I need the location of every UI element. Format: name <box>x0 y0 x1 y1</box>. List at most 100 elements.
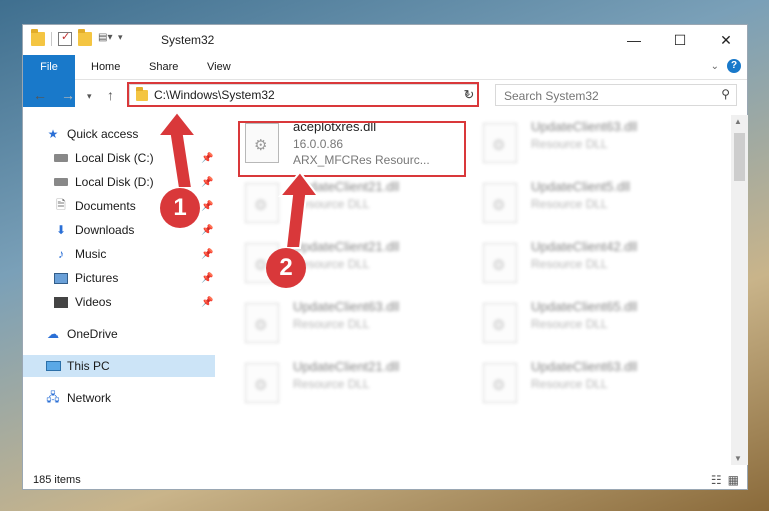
file-description: Resource DLL <box>531 197 608 211</box>
sidebar-item-local-disk-c[interactable]: Local Disk (C:) 📌 <box>23 147 215 169</box>
sidebar-item-label: Quick access <box>67 127 139 141</box>
title-bar: ▤▾ ▾ System32 — ☐ ✕ <box>23 25 747 55</box>
drive-icon <box>53 175 69 189</box>
downloads-icon: ⬇ <box>55 223 67 237</box>
pin-icon[interactable]: 📌 <box>201 225 213 236</box>
sidebar-item-label: Music <box>75 247 107 261</box>
sidebar-item-onedrive[interactable]: ☁ OneDrive <box>23 323 215 345</box>
videos-icon <box>53 295 69 309</box>
file-name: UpdateClient63.dll <box>531 359 638 374</box>
help-icon[interactable]: ? <box>727 59 741 73</box>
window-title: System32 <box>161 33 215 47</box>
explorer-window: ▤▾ ▾ System32 — ☐ ✕ File Home Share View… <box>22 24 748 490</box>
file-name: UpdateClient63.dll <box>531 119 638 134</box>
sidebar-item-label: This PC <box>67 359 110 373</box>
file-item[interactable]: UpdateClient63.dll Resource DLL <box>241 299 461 351</box>
network-icon: 🖧 <box>46 389 60 404</box>
sidebar-item-label: Documents <box>75 199 136 213</box>
close-button[interactable]: ✕ <box>703 25 749 55</box>
pin-icon[interactable]: 📌 <box>201 297 213 308</box>
file-description: Resource DLL <box>293 377 370 391</box>
vertical-scrollbar[interactable]: ▲ ▼ <box>731 115 748 465</box>
file-description: Resource DLL <box>531 377 608 391</box>
quick-access-toolbar: ▤▾ ▾ <box>31 29 132 46</box>
large-icons-view-icon[interactable]: ▦ <box>728 473 739 487</box>
sidebar-item-label: OneDrive <box>67 327 118 341</box>
view-toggles: ☷ ▦ <box>711 473 739 487</box>
maximize-button[interactable]: ☐ <box>657 25 703 55</box>
music-icon: ♪ <box>58 247 64 261</box>
documents-icon: 🗎 <box>56 197 66 212</box>
file-item[interactable]: UpdateClient42.dll Resource DLL <box>479 239 699 291</box>
sidebar-item-network[interactable]: 🖧 Network <box>23 387 215 409</box>
dll-file-icon <box>483 363 517 403</box>
sidebar-item-label: Downloads <box>75 223 135 237</box>
file-highlight-box <box>238 121 466 177</box>
pin-icon[interactable]: 📌 <box>201 177 213 188</box>
dll-file-icon <box>245 183 279 223</box>
tab-home[interactable]: Home <box>79 55 132 79</box>
ribbon-tabs: File Home Share View ⌄ ? <box>23 55 747 107</box>
dll-file-icon <box>483 123 517 163</box>
divider <box>51 32 52 46</box>
dll-file-icon <box>245 303 279 343</box>
ribbon-controls: ⌄ ? <box>711 59 741 73</box>
callout-2: 2 <box>266 248 306 288</box>
file-description: Resource DLL <box>293 197 370 211</box>
dll-file-icon <box>483 243 517 283</box>
back-arrow-icon[interactable]: ← <box>33 87 47 103</box>
dll-file-icon <box>483 183 517 223</box>
customize-toolbar-icon[interactable]: ▤▾ <box>98 32 112 46</box>
pin-icon[interactable]: 📌 <box>201 153 213 164</box>
scroll-up-icon[interactable]: ▲ <box>734 117 742 126</box>
sidebar-item-quick-access[interactable]: ★ Quick access <box>45 123 215 145</box>
forward-arrow-icon[interactable]: → <box>61 87 75 103</box>
pin-icon[interactable]: 📌 <box>201 273 213 284</box>
file-name: UpdateClient5.dll <box>531 179 631 194</box>
sidebar-item-label: Videos <box>75 295 112 309</box>
expand-ribbon-icon[interactable]: ⌄ <box>711 61 719 72</box>
details-view-icon[interactable]: ☷ <box>711 473 722 487</box>
star-icon: ★ <box>47 127 59 141</box>
recent-locations-icon[interactable]: ▾ <box>87 91 92 102</box>
file-item[interactable]: UpdateClient5.dll Resource DLL <box>479 179 699 231</box>
pin-icon[interactable]: 📌 <box>201 201 213 212</box>
address-highlight-box <box>127 82 479 107</box>
file-description: Resource DLL <box>293 317 370 331</box>
folder-icon[interactable] <box>31 29 45 46</box>
new-folder-icon[interactable] <box>78 29 92 46</box>
file-description: Resource DLL <box>531 317 608 331</box>
chevron-down-icon[interactable]: ▾ <box>118 32 132 46</box>
file-item[interactable]: UpdateClient21.dll Resource DLL <box>241 359 461 411</box>
sidebar-item-music[interactable]: ♪ Music 📌 <box>23 243 215 265</box>
tab-view[interactable]: View <box>195 55 243 79</box>
up-arrow-icon[interactable]: ↑ <box>107 87 114 103</box>
minimize-button[interactable]: — <box>611 25 657 55</box>
file-item[interactable]: UpdateClient65.dll Resource DLL <box>479 299 699 351</box>
file-name: UpdateClient21.dll <box>293 359 400 374</box>
navigation-bar: ← → ▾ ↑ C:\Windows\System32 ⌄ ↻ ⚲ <box>23 80 747 112</box>
sidebar-item-pictures[interactable]: Pictures 📌 <box>23 267 215 289</box>
sidebar-item-videos[interactable]: Videos 📌 <box>23 291 215 313</box>
search-icon[interactable]: ⚲ <box>721 87 730 101</box>
file-item[interactable]: UpdateClient63.dll Resource DLL <box>479 359 699 411</box>
computer-icon <box>45 359 61 373</box>
search-box[interactable]: ⚲ <box>495 84 737 106</box>
search-input[interactable] <box>502 87 706 105</box>
pin-icon[interactable]: 📌 <box>201 249 213 260</box>
sidebar-item-label: Local Disk (C:) <box>75 151 154 165</box>
refresh-icon[interactable]: ↻ <box>459 85 479 105</box>
scroll-down-icon[interactable]: ▼ <box>734 454 742 463</box>
callout-1: 1 <box>160 188 200 228</box>
status-bar: 185 items ☷ ▦ <box>23 469 747 491</box>
file-item[interactable]: UpdateClient63.dll Resource DLL <box>479 119 699 171</box>
sidebar-item-label: Pictures <box>75 271 119 285</box>
sidebar-item-this-pc[interactable]: This PC <box>23 355 215 377</box>
tab-share[interactable]: Share <box>137 55 190 79</box>
scrollbar-thumb[interactable] <box>734 133 745 181</box>
file-name: UpdateClient21.dll <box>293 179 400 194</box>
file-item[interactable]: UpdateClient21.dll Resource DLL <box>241 179 461 231</box>
file-name: UpdateClient42.dll <box>531 239 638 254</box>
sidebar-item-label: Local Disk (D:) <box>75 175 154 189</box>
properties-icon[interactable] <box>58 30 72 46</box>
